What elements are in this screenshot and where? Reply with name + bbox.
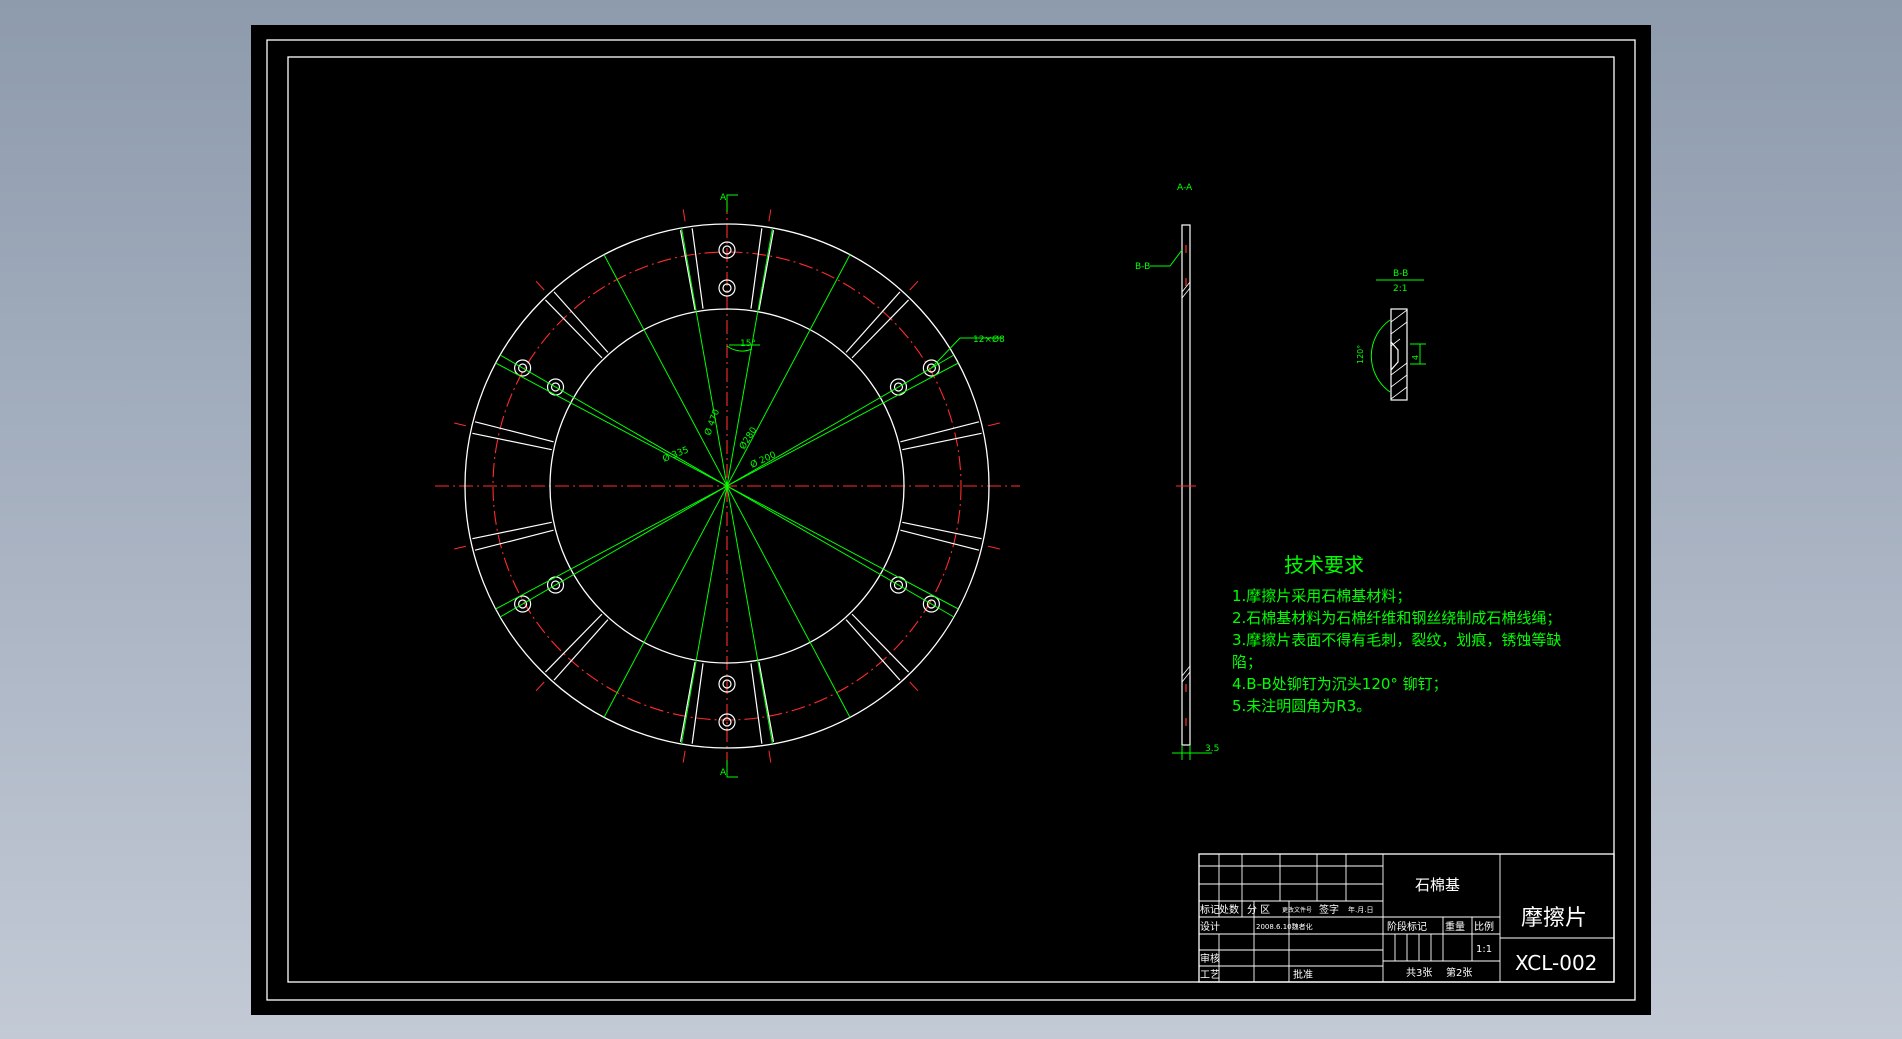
tb-weight: 重量: [1445, 920, 1465, 933]
dim-countersink: 120°: [1356, 345, 1365, 364]
tech-line-3: 3.摩擦片表面不得有毛刺，裂纹，划痕，锈蚀等缺: [1232, 631, 1561, 649]
tb-ratio: 比例: [1474, 920, 1494, 933]
tech-line-2: 2.石棉基材料为石棉纤维和钢丝绕制成石棉线绳；: [1232, 609, 1561, 627]
tb-mark: 标记: [1200, 904, 1220, 916]
dim-depth: 4: [1411, 355, 1420, 360]
tech-line-1: 1.摩擦片采用石棉基材料；: [1232, 587, 1411, 605]
tb-count: 处数: [1219, 903, 1239, 916]
tech-line-5: 4.B-B处铆钉为沉头120° 铆钉；: [1232, 675, 1448, 693]
drawing-sheet: [251, 25, 1651, 1015]
section-view-aa-label: A-A: [1177, 183, 1193, 193]
bb-callout-label: B-B: [1135, 262, 1150, 272]
dim-thickness: 3.5: [1205, 744, 1219, 754]
tb-approve: 批准: [1293, 968, 1313, 981]
detail-bb-label: B-B: [1393, 269, 1408, 279]
detail-bb-scale: 2:1: [1393, 284, 1407, 294]
tb-design-info: 2008.6.10魏者化: [1256, 922, 1313, 931]
tb-zone: 分 区: [1247, 904, 1270, 916]
tb-check: 审核: [1200, 952, 1220, 965]
tech-title: 技术要求: [1284, 553, 1364, 577]
section-label-a-top: A: [720, 193, 727, 203]
tb-sheets: 共3张: [1406, 967, 1432, 979]
tb-part-name: 摩擦片: [1521, 906, 1587, 931]
tb-material: 石棉基: [1415, 876, 1460, 894]
dim-hole-pattern: 12×Ø8: [973, 334, 1005, 345]
section-label-a-bottom: A: [720, 768, 727, 778]
tb-stage-mark: 阶段标记: [1387, 920, 1427, 933]
tech-line-6: 5.未注明圆角为R3。: [1232, 697, 1371, 715]
tb-doc-no: 更改文件号: [1282, 906, 1312, 914]
tb-date: 年.月.日: [1348, 905, 1373, 914]
tb-sheet-no: 第2张: [1446, 966, 1472, 979]
tb-drawing-number: XCL-002: [1515, 951, 1597, 975]
tb-design: 设计: [1200, 920, 1220, 933]
tech-line-4: 陷；: [1232, 653, 1262, 671]
dim-angle-15: 15°: [740, 339, 756, 349]
cad-viewport: A A 12×Ø8 15° Ø 200 Ø 335 Ø 470 Ø280 A-A: [251, 25, 1651, 1015]
tb-signature: 签字: [1319, 903, 1339, 916]
tb-process: 工艺: [1200, 969, 1220, 981]
tb-scale-value: 1:1: [1476, 944, 1492, 955]
